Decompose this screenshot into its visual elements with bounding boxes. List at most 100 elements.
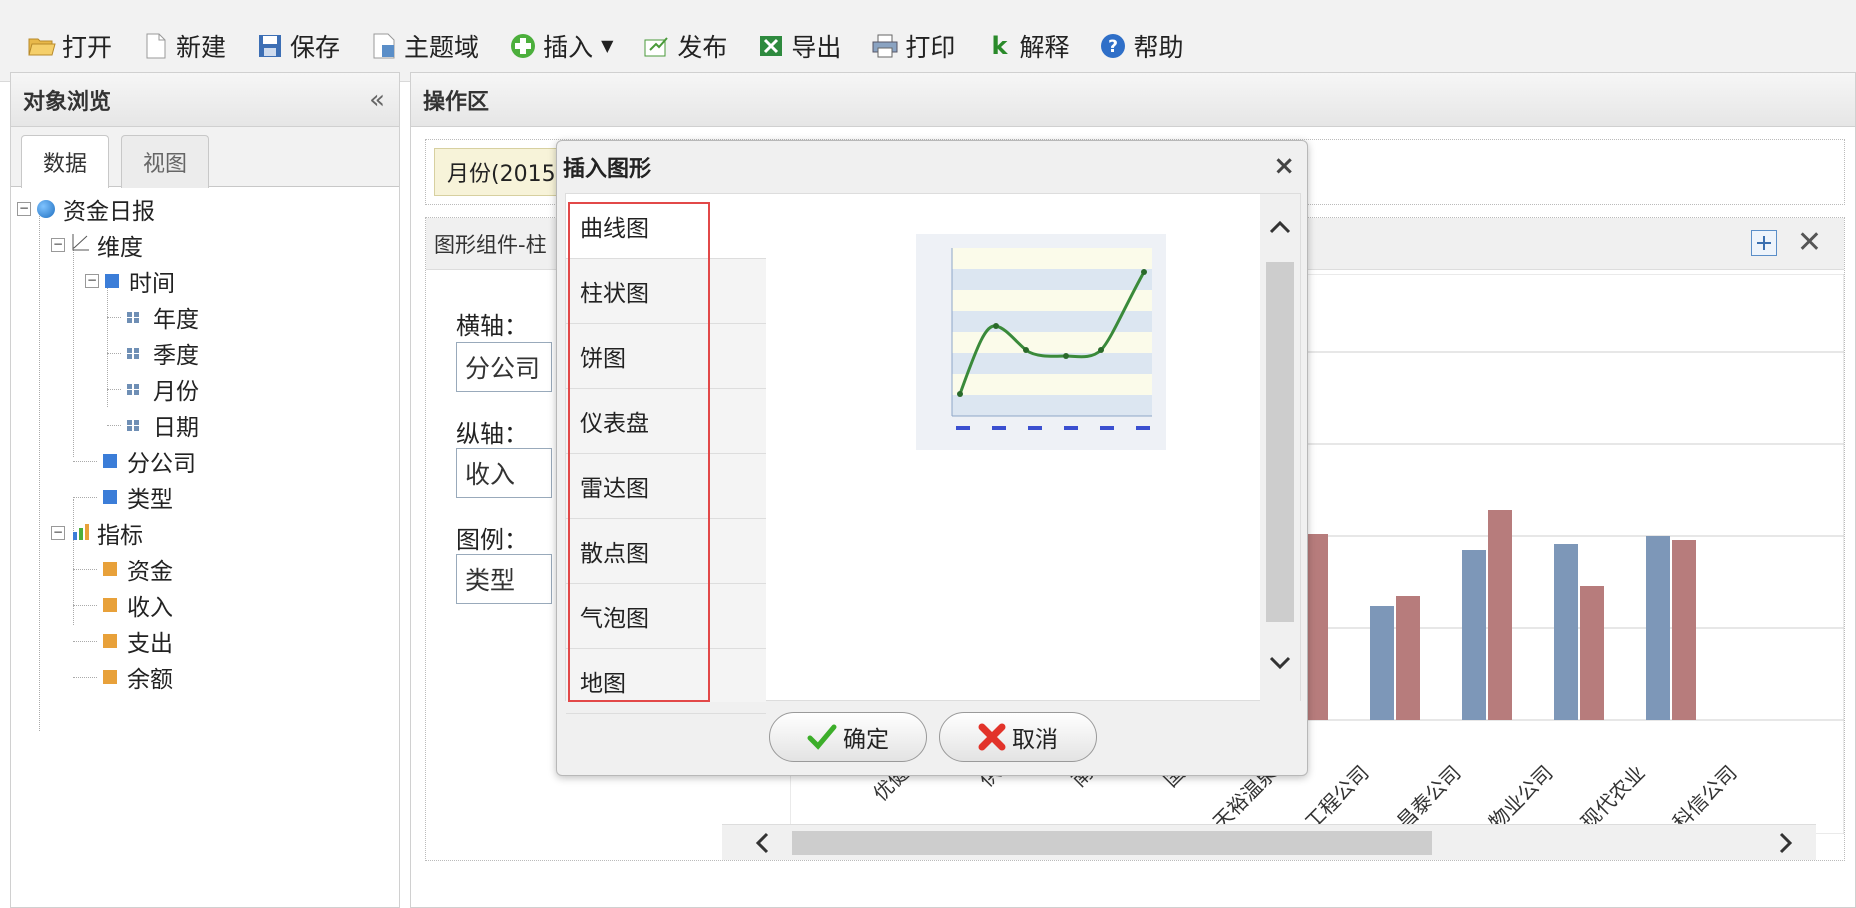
scrollbar-thumb[interactable] bbox=[1266, 262, 1294, 622]
chart-type-item[interactable]: 雷达图 bbox=[566, 454, 766, 519]
new-label: 新建 bbox=[176, 32, 227, 62]
dialog-title: 插入图形 bbox=[563, 157, 652, 182]
explain-k-icon: k bbox=[991, 31, 1008, 60]
chart-type-item[interactable]: 曲线图 bbox=[566, 194, 766, 259]
tree-node-date[interactable]: 日期 bbox=[11, 407, 399, 443]
axis-tick-label: 物业公司 bbox=[1484, 761, 1558, 834]
tree-label: 月份 bbox=[153, 379, 199, 405]
cube-icon bbox=[37, 200, 55, 218]
tree-label: 支出 bbox=[127, 631, 173, 657]
preview-tick bbox=[1028, 426, 1042, 430]
collapse-toggle-icon[interactable]: − bbox=[51, 526, 65, 540]
operation-area-title: 操作区 bbox=[411, 73, 1855, 127]
cancel-label: 取消 bbox=[1012, 727, 1058, 753]
folder-open-icon bbox=[28, 32, 56, 60]
tree-node-income[interactable]: 收入 bbox=[11, 587, 399, 623]
axis-tick-label: 现代农业 bbox=[1576, 761, 1650, 834]
tree-label: 日期 bbox=[153, 415, 199, 441]
chart-type-item[interactable]: 散点图 bbox=[566, 519, 766, 584]
tree-node-fund[interactable]: 资金 bbox=[11, 551, 399, 587]
scroll-down-icon[interactable] bbox=[1260, 638, 1300, 688]
preview-tick bbox=[1100, 426, 1114, 430]
month-filter-chip[interactable]: 月份(2015 bbox=[434, 148, 574, 196]
tree-node-balance[interactable]: 余额 bbox=[11, 659, 399, 695]
preview-tick bbox=[956, 426, 970, 430]
tree-node-branch[interactable]: 分公司 bbox=[11, 443, 399, 479]
explain-button[interactable]: k 解释 bbox=[985, 28, 1069, 64]
preview-point bbox=[957, 391, 963, 397]
print-button[interactable]: 打印 bbox=[871, 28, 955, 64]
object-browser-panel: 对象浏览 « 数据 视图 − 资金日报 − 维度 − 时间 年度 季度 月份 日… bbox=[10, 72, 400, 908]
axis-icon bbox=[71, 232, 91, 258]
maximize-icon[interactable] bbox=[1750, 230, 1777, 256]
scroll-right-icon[interactable] bbox=[1766, 825, 1806, 861]
chart-type-item[interactable]: 气泡图 bbox=[566, 584, 766, 649]
preview-tick bbox=[992, 426, 1006, 430]
tree-label: 维度 bbox=[97, 235, 143, 261]
tree-node-quarter[interactable]: 季度 bbox=[11, 335, 399, 371]
new-button[interactable]: 新建 bbox=[142, 28, 226, 64]
dialog-close-icon[interactable]: × bbox=[1273, 151, 1295, 181]
export-button[interactable]: 导出 bbox=[757, 28, 841, 64]
tree-label: 类型 bbox=[127, 487, 173, 513]
open-button[interactable]: 打开 bbox=[28, 28, 112, 64]
metric-square-icon bbox=[103, 634, 117, 648]
scrollbar-thumb[interactable] bbox=[792, 831, 1432, 855]
tree-node-fund-daily[interactable]: − 资金日报 bbox=[11, 191, 399, 227]
legend-field[interactable]: 类型 bbox=[456, 554, 552, 604]
tab-view[interactable]: 视图 bbox=[121, 135, 209, 188]
collapse-toggle-icon[interactable]: − bbox=[51, 238, 65, 252]
cancel-button[interactable]: 取消 bbox=[939, 712, 1097, 762]
app-root: 打开 新建 保存 主题域 插入 ▼ 发布 导出 打印 k 解释 ? 帮助 对象浏… bbox=[0, 0, 1856, 908]
bar-series-2 bbox=[1580, 586, 1604, 720]
close-icon[interactable]: ✕ bbox=[1797, 228, 1822, 258]
save-label: 保存 bbox=[290, 32, 341, 62]
subject-domain-label: 主题域 bbox=[404, 32, 480, 62]
chart-type-item[interactable]: 仪表盘 bbox=[566, 389, 766, 454]
tree-node-dimension[interactable]: − 维度 bbox=[11, 227, 399, 263]
explain-label: 解释 bbox=[1019, 32, 1070, 62]
chart-type-item[interactable]: 饼图 bbox=[566, 324, 766, 389]
tree-node-type[interactable]: 类型 bbox=[11, 479, 399, 515]
cancel-x-icon bbox=[978, 723, 1006, 751]
tree-node-time[interactable]: − 时间 bbox=[11, 263, 399, 299]
confirm-button[interactable]: 确定 bbox=[769, 712, 927, 762]
save-button[interactable]: 保存 bbox=[256, 28, 340, 64]
chart-type-item[interactable]: 柱状图 bbox=[566, 259, 766, 324]
bar-series-1 bbox=[1646, 536, 1670, 720]
tree-node-month[interactable]: 月份 bbox=[11, 371, 399, 407]
insert-chart-dialog: 插入图形 × 曲线图柱状图饼图仪表盘雷达图散点图气泡图地图 确定 bbox=[556, 140, 1308, 776]
insert-button[interactable]: 插入 ▼ bbox=[509, 28, 613, 64]
collapse-toggle-icon[interactable]: − bbox=[17, 202, 31, 216]
chart-horizontal-scrollbar[interactable] bbox=[722, 824, 1816, 860]
tree-label: 指标 bbox=[97, 523, 143, 549]
collapse-toggle-icon[interactable]: − bbox=[85, 274, 99, 288]
scroll-up-icon[interactable] bbox=[1260, 202, 1300, 252]
dialog-vertical-scrollbar[interactable] bbox=[1260, 194, 1300, 702]
dialog-body: 曲线图 柱状图 饼图 仪表盘 雷达图 散点图 气泡图 地图 bbox=[565, 193, 1301, 714]
tree-node-expense[interactable]: 支出 bbox=[11, 623, 399, 659]
y-axis-field[interactable]: 收入 bbox=[456, 448, 552, 498]
preview-band bbox=[952, 290, 1152, 311]
preview-tick bbox=[1136, 426, 1150, 430]
preview-tick bbox=[1064, 426, 1078, 430]
subject-domain-button[interactable]: 主题域 bbox=[370, 28, 479, 64]
subject-domain-icon bbox=[370, 32, 398, 60]
tree-node-year[interactable]: 年度 bbox=[11, 299, 399, 335]
bar-series-2 bbox=[1488, 510, 1512, 720]
svg-text:?: ? bbox=[1109, 37, 1119, 57]
metric-square-icon bbox=[103, 670, 117, 684]
publish-button[interactable]: 发布 bbox=[643, 28, 727, 64]
preview-band bbox=[952, 248, 1152, 269]
x-axis-field[interactable]: 分公司 bbox=[456, 342, 552, 392]
collapse-icon[interactable]: « bbox=[369, 85, 385, 115]
export-excel-icon bbox=[757, 32, 785, 60]
legend-label: 图例： bbox=[456, 526, 528, 554]
tree-node-metrics[interactable]: − 指标 bbox=[11, 515, 399, 551]
level-icon bbox=[127, 418, 143, 432]
axis-tick-label: 科信公司 bbox=[1668, 761, 1742, 834]
tab-data[interactable]: 数据 bbox=[21, 135, 109, 188]
help-button[interactable]: ? 帮助 bbox=[1099, 28, 1183, 64]
scroll-left-icon[interactable] bbox=[742, 825, 782, 861]
tree-label: 季度 bbox=[153, 343, 199, 369]
